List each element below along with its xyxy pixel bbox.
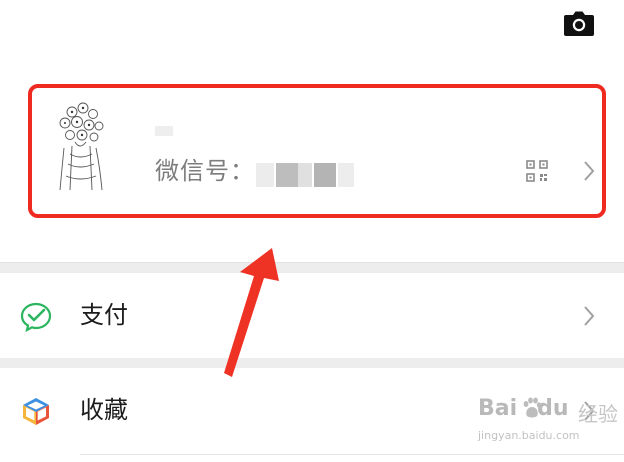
- baidu-watermark: Bai du 经验 jingyan.baidu.com: [478, 396, 618, 454]
- section-divider: [0, 262, 624, 273]
- chevron-right-icon: [583, 305, 595, 327]
- watermark-jingyan: 经验: [578, 402, 618, 426]
- section-divider: [0, 357, 624, 368]
- row-divider: [80, 454, 624, 455]
- pay-label: 支付: [80, 301, 128, 329]
- qr-code-icon[interactable]: [526, 160, 548, 182]
- list-item-pay[interactable]: 支付: [0, 273, 624, 358]
- wechat-id-label: 微信号：: [155, 157, 255, 185]
- camera-icon[interactable]: [562, 10, 596, 38]
- nickname-redacted: [155, 126, 173, 136]
- watermark-url: jingyan.baidu.com: [478, 429, 580, 442]
- avatar[interactable]: [50, 98, 112, 198]
- favorites-label: 收藏: [80, 396, 128, 424]
- chevron-right-icon[interactable]: [583, 160, 595, 182]
- wechat-pay-icon: [20, 301, 52, 333]
- favorites-cube-icon: [20, 395, 52, 427]
- baidu-paw-icon: [523, 397, 542, 418]
- wechat-id-redacted: [256, 163, 356, 187]
